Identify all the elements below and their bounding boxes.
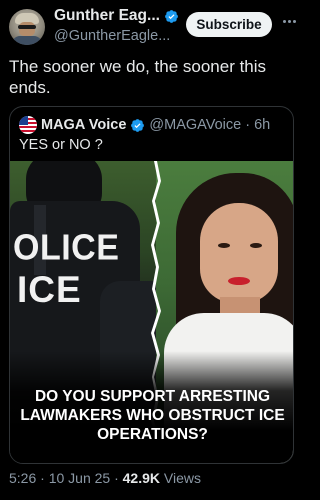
quoted-display-name[interactable]: MAGA Voice <box>41 117 126 133</box>
views-label: Views <box>160 470 201 486</box>
tweet-meta: 5:26 · 10 Jun 25 · 42.9K Views <box>9 470 201 486</box>
vest-ice-text: ICE <box>17 269 82 310</box>
quoted-verified-badge-icon <box>131 118 145 132</box>
quoted-avatar-flag-icon[interactable] <box>19 116 37 134</box>
author-handle[interactable]: @GuntherEagle... <box>54 28 170 44</box>
quoted-handle-time[interactable]: @MAGAVoice · 6h <box>149 117 270 133</box>
tweet-text: The sooner we do, the sooner this ends. <box>9 57 267 97</box>
subscribe-button[interactable]: Subscribe <box>186 12 272 37</box>
author-avatar[interactable] <box>9 9 45 45</box>
vest-police-text: OLICE <box>13 228 120 268</box>
tweet-header: Gunther Eag... @GuntherEagle... Subscrib… <box>0 0 303 52</box>
tweet-timestamp[interactable]: 5:26 · 10 Jun 25 · <box>9 470 123 486</box>
author-display-name[interactable]: Gunther Eag... <box>54 7 160 25</box>
verified-badge-icon <box>165 9 178 23</box>
media-headline: DO YOU SUPPORT ARRESTING LAWMAKERS WHO O… <box>20 388 285 443</box>
quoted-text: YES or NO ? <box>19 137 103 153</box>
quoted-tweet[interactable]: MAGA Voice @MAGAVoice · 6h YES or NO ? O… <box>9 106 294 464</box>
quoted-media-image[interactable]: OLICE ICE DO YOU SUPPORT ARRESTING LAWMA… <box>10 161 293 463</box>
more-dots-icon[interactable] <box>283 20 299 30</box>
views-count[interactable]: 42.9K <box>123 470 160 486</box>
author-name-row[interactable]: Gunther Eag... <box>54 7 179 25</box>
quoted-header: MAGA Voice @MAGAVoice · 6h <box>19 116 270 134</box>
